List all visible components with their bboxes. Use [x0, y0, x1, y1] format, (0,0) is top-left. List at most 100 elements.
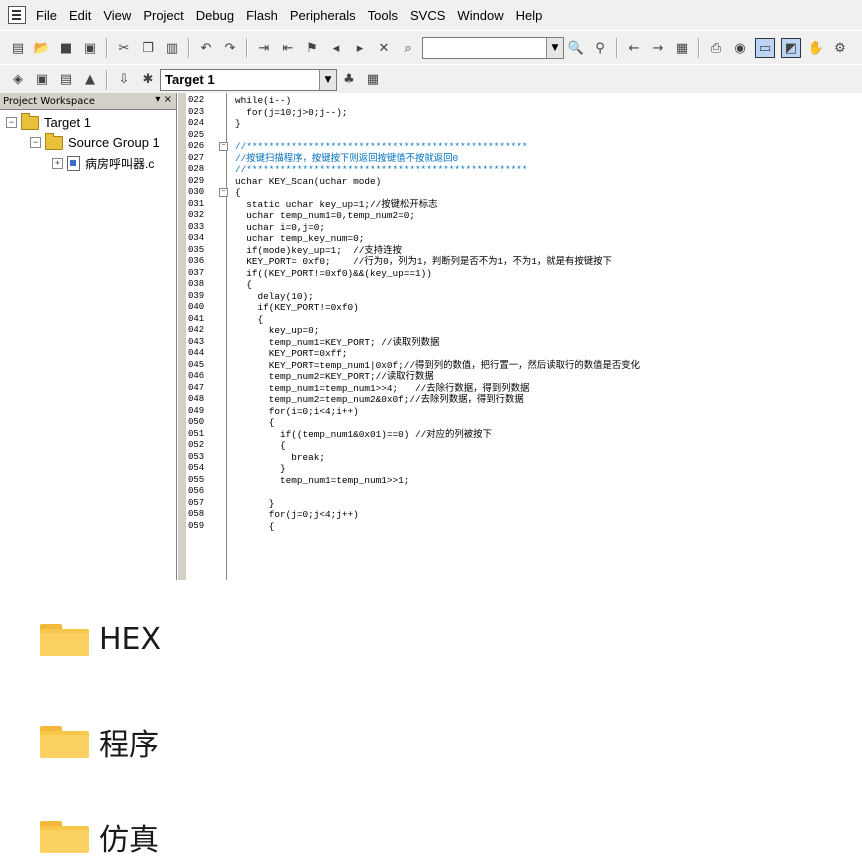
target-components-icon[interactable]: ♣ [340, 71, 358, 89]
menu-peripherals[interactable]: Peripherals [284, 8, 362, 23]
menu-flash[interactable]: Flash [240, 8, 284, 23]
chevron-down-icon[interactable]: ▼ [546, 38, 563, 58]
code-line[interactable]: 055 temp_num1=temp_num1>>1; [186, 475, 862, 486]
file-extensions-icon[interactable]: ▦ [364, 71, 382, 89]
workspace-icon[interactable]: ◩ [781, 38, 801, 58]
collapse-icon[interactable]: − [6, 117, 17, 128]
code-line[interactable]: 053 break; [186, 452, 862, 463]
code-line[interactable]: 042 key_up=0; [186, 325, 862, 336]
tree-item-source-group[interactable]: − Source Group 1 [30, 132, 160, 150]
bookmark-prev-icon[interactable]: ◂ [327, 39, 345, 57]
code-line[interactable]: 024} [186, 118, 862, 129]
open-folder-icon[interactable]: 📂 [33, 39, 51, 57]
find-combo[interactable]: ▼ [422, 37, 564, 59]
new-file-icon[interactable]: ▤ [9, 39, 27, 57]
code-line[interactable]: 052 { [186, 440, 862, 451]
print-icon[interactable]: ⎙ [707, 39, 725, 57]
code-line[interactable]: 031 static uchar key_up=1;//按键松开标志 [186, 199, 862, 210]
code-line[interactable]: 047 temp_num1=temp_num1>>4; //去除行数据，得到列数… [186, 383, 862, 394]
menu-edit[interactable]: Edit [63, 8, 97, 23]
code-line[interactable]: 026 −//**********************************… [186, 141, 862, 152]
code-line[interactable]: 059 { [186, 521, 862, 532]
save-icon[interactable]: ■ [57, 39, 75, 57]
expand-icon[interactable]: + [52, 158, 63, 169]
menu-project[interactable]: Project [137, 8, 189, 23]
menu-tools[interactable]: Tools [362, 8, 404, 23]
code-line[interactable]: 057 } [186, 498, 862, 509]
code-line[interactable]: 045 KEY_PORT=temp_num1|0x0f;//得到列的数值，把行置… [186, 360, 862, 371]
menu-file[interactable]: File [30, 8, 63, 23]
code-line[interactable]: 044 KEY_PORT=0xff; [186, 348, 862, 359]
translate-icon[interactable]: ◈ [9, 71, 27, 89]
fold-toggle-icon[interactable]: − [219, 142, 228, 151]
code-line[interactable]: 043 temp_num1=KEY_PORT; //读取列数据 [186, 337, 862, 348]
hand-icon[interactable]: ✋ [807, 39, 825, 57]
code-line[interactable]: 046 temp_num2=KEY_PORT;//读取行数据 [186, 371, 862, 382]
cut-icon[interactable]: ✂ [115, 39, 133, 57]
download-icon[interactable]: ⇩ [115, 71, 133, 89]
menu-svcs[interactable]: SVCS [404, 8, 451, 23]
tree-item-file[interactable]: + 病房呼叫器.c [52, 155, 154, 172]
code-line[interactable]: 056 [186, 486, 862, 497]
code-line[interactable]: 039 delay(10); [186, 291, 862, 302]
code-line[interactable]: 028 //***********************************… [186, 164, 862, 175]
paste-icon[interactable]: ▥ [163, 39, 181, 57]
rebuild-icon[interactable]: ▤ [57, 71, 75, 89]
find-in-files-icon[interactable]: ⌕ [399, 39, 417, 57]
workspace-close-button[interactable]: ▾ × [155, 94, 172, 105]
menu-debug[interactable]: Debug [190, 8, 240, 23]
menu-view[interactable]: View [97, 8, 137, 23]
code-line[interactable]: 041 { [186, 314, 862, 325]
code-line[interactable]: 025 [186, 130, 862, 141]
bookmark-next-icon[interactable]: ▸ [351, 39, 369, 57]
code-line[interactable]: 027 //按键扫描程序，按键按下则返回按键值不按就返回0 [186, 153, 862, 164]
code-line[interactable]: 054 } [186, 463, 862, 474]
code-line[interactable]: 033 uchar i=0,j=0; [186, 222, 862, 233]
build-icon[interactable]: ▣ [33, 71, 51, 89]
code-line[interactable]: 030 −{ [186, 187, 862, 198]
menu-help[interactable]: Help [510, 8, 549, 23]
undo-icon[interactable]: ↶ [197, 39, 215, 57]
chevron-down-icon[interactable]: ▼ [319, 69, 336, 90]
browse-icon[interactable]: ▦ [673, 39, 691, 57]
incremental-find-icon[interactable]: ⚲ [591, 39, 609, 57]
target-select[interactable]: Target 1 ▼ [160, 68, 337, 91]
code-line[interactable]: 037 if((KEY_PORT!=0xf0)&&(key_up==1)) [186, 268, 862, 279]
code-line[interactable]: 029 uchar KEY_Scan(uchar mode) [186, 176, 862, 187]
forward-icon[interactable]: → [649, 39, 667, 57]
config-icon[interactable]: ⚙ [831, 39, 849, 57]
debug-icon[interactable]: ◉ [731, 39, 749, 57]
code-line[interactable]: 032 uchar temp_num1=0,temp_num2=0; [186, 210, 862, 221]
save-all-icon[interactable]: ▣ [81, 39, 99, 57]
code-line[interactable]: 040 if(KEY_PORT!=0xf0) [186, 302, 862, 313]
code-line[interactable]: 050 { [186, 417, 862, 428]
copy-icon[interactable]: ❐ [139, 39, 157, 57]
redo-icon[interactable]: ↷ [221, 39, 239, 57]
fold-toggle-icon[interactable]: − [219, 188, 228, 197]
desktop-folder-hex[interactable]: HEX [40, 622, 161, 657]
stop-build-icon[interactable]: ▲ [81, 71, 99, 89]
options-icon[interactable]: ✱ [139, 71, 157, 89]
code-line[interactable]: 048 temp_num2=temp_num2&0x0f;//去除列数据，得到行… [186, 394, 862, 405]
menu-window[interactable]: Window [451, 8, 509, 23]
tree-item-target[interactable]: − Target 1 [6, 112, 91, 130]
unindent-icon[interactable]: ⇤ [279, 39, 297, 57]
code-line[interactable]: 051 if((temp_num1&0x01)==0) //对应的列被按下 [186, 429, 862, 440]
code-editor[interactable]: 022 while(i--) 023 for(j=10;j>0;j--); 024} 0… [186, 93, 862, 580]
window-icon[interactable]: ▭ [755, 38, 775, 58]
bookmark-icon[interactable]: ⚑ [303, 39, 321, 57]
desktop-folder-simulation[interactable]: 仿真 [40, 815, 159, 859]
collapse-icon[interactable]: − [30, 137, 41, 148]
back-icon[interactable]: ← [625, 39, 643, 57]
code-line[interactable]: 036 KEY_PORT= 0xf0; //行为0，列为1，判断列是否不为1，不… [186, 256, 862, 267]
code-line[interactable]: 022 while(i--) [186, 95, 862, 106]
code-line[interactable]: 035 if(mode)key_up=1; //支持连按 [186, 245, 862, 256]
bookmark-clear-icon[interactable]: ✕ [375, 39, 393, 57]
find-icon[interactable]: 🔍 [567, 39, 585, 57]
code-line[interactable]: 058 for(j=0;j<4;j++) [186, 509, 862, 520]
code-line[interactable]: 038 { [186, 279, 862, 290]
code-line[interactable]: 023 for(j=10;j>0;j--); [186, 107, 862, 118]
indent-icon[interactable]: ⇥ [255, 39, 273, 57]
desktop-folder-program[interactable]: 程序 [40, 720, 159, 764]
code-line[interactable]: 034 uchar temp_key_num=0; [186, 233, 862, 244]
